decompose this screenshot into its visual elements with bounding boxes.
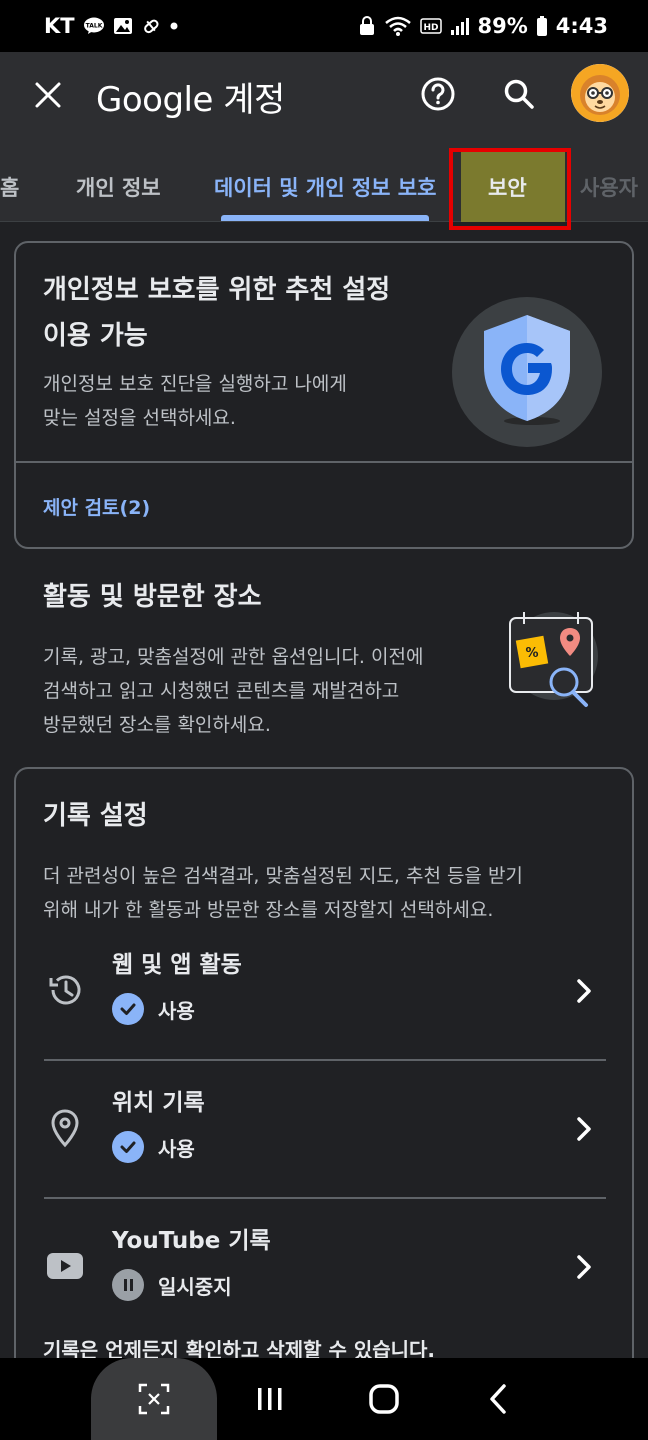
history-icon [44, 969, 86, 1011]
search-icon [504, 79, 534, 109]
card-desc-line2: 맞는 설정을 선택하세요. [43, 407, 236, 429]
help-button[interactable] [416, 72, 460, 116]
system-nav-bar [0, 1358, 648, 1440]
tab-data-privacy[interactable]: 데이터 및 개인 정보 보호 [214, 172, 436, 202]
tab-people[interactable]: 사용자 [580, 172, 638, 202]
active-tab-indicator [221, 215, 429, 221]
screenshot-capture-button[interactable] [91, 1358, 217, 1440]
home-icon [369, 1384, 399, 1414]
home-button[interactable] [367, 1382, 401, 1416]
row-title: 위치 기록 [112, 1090, 205, 1116]
row-title: YouTube 기록 [112, 1228, 271, 1254]
close-icon [35, 82, 61, 108]
row-status-text: 사용 [158, 1136, 195, 1161]
screen: KT TALK HD 89% 4:43 Google 계정 홈 개인 정보 데이… [0, 0, 648, 1440]
dot-icon [169, 21, 179, 31]
history-card-title: 기록 설정 [43, 801, 148, 831]
lion-avatar-icon [571, 64, 629, 122]
privacy-checkup-card: 개인정보 보호를 위한 추천 설정 이용 가능 개인정보 보호 진단을 실행하고… [14, 241, 634, 549]
capture-icon [138, 1383, 170, 1415]
signal-icon [450, 16, 470, 36]
youtube-icon [44, 1245, 86, 1287]
wifi-icon [384, 15, 412, 37]
pill-icon [141, 16, 161, 36]
close-button[interactable] [27, 74, 69, 116]
chevron-right-icon [572, 973, 596, 1009]
history-desc-line1: 더 관련성이 높은 검색결과, 맞춤설정된 지도, 추천 등을 받기 [43, 865, 523, 887]
activity-section-desc: 기록, 광고, 맞춤설정에 관한 옵션입니다. 이전에 검색하고 읽고 시청했던… [43, 640, 483, 742]
row-status-text: 사용 [158, 998, 195, 1023]
location-history-row[interactable]: 위치 기록 사용 [44, 1065, 606, 1197]
row-status: 일시중지 [112, 1269, 232, 1301]
annotation-box [449, 148, 571, 230]
tab-personal-info[interactable]: 개인 정보 [76, 172, 161, 202]
activity-illustration-icon: % [498, 606, 602, 710]
battery-percent: 89% [477, 14, 528, 38]
activity-desc-line1: 기록, 광고, 맞춤설정에 관한 옵션입니다. 이전에 [43, 646, 424, 668]
google-shield-icon [452, 297, 602, 447]
row-status-text: 일시중지 [158, 1274, 232, 1299]
history-settings-card: 기록 설정 더 관련성이 높은 검색결과, 맞춤설정된 지도, 추천 등을 받기… [14, 767, 634, 1387]
activity-desc-line2: 검색하고 읽고 시청했던 콘텐츠를 재발견하고 [43, 680, 400, 702]
svg-text:%: % [525, 646, 538, 661]
row-divider [44, 1197, 606, 1199]
card-title-line2: 이용 가능 [43, 321, 148, 351]
search-button[interactable] [497, 72, 541, 116]
check-icon [112, 1131, 144, 1163]
svg-text:HD: HD [423, 23, 438, 33]
history-desc-line2: 위해 내가 한 활동과 방문한 장소를 저장할지 선택하세요. [43, 899, 494, 921]
card-divider [16, 461, 632, 463]
review-suggestions-link[interactable]: 제안 검토(2) [43, 493, 150, 520]
hd-icon: HD [419, 17, 442, 35]
chevron-right-icon [572, 1249, 596, 1285]
svg-text:TALK: TALK [85, 23, 102, 30]
tab-home[interactable]: 홈 [0, 172, 19, 202]
avatar[interactable] [571, 64, 629, 122]
back-button[interactable] [481, 1382, 515, 1416]
kakaotalk-icon: TALK [83, 17, 105, 35]
activity-desc-line3: 방문했던 장소를 확인하세요. [43, 714, 271, 736]
row-status: 사용 [112, 993, 195, 1025]
row-title: 웹 및 앱 활동 [112, 952, 242, 978]
app-title: Google 계정 [96, 80, 285, 120]
card-desc-line1: 개인정보 보호 진단을 실행하고 나에게 [43, 373, 347, 395]
lock-notification-icon [358, 16, 376, 36]
clock: 4:43 [555, 14, 608, 38]
location-pin-icon [44, 1107, 86, 1149]
row-status: 사용 [112, 1131, 195, 1163]
chevron-right-icon [572, 1111, 596, 1147]
activity-section-title: 활동 및 방문한 장소 [43, 582, 262, 612]
app-bar: Google 계정 [0, 52, 648, 148]
check-icon [112, 993, 144, 1025]
carrier-label: KT [44, 14, 75, 38]
pause-icon [112, 1269, 144, 1301]
help-icon [421, 77, 455, 111]
recent-apps-button[interactable] [253, 1382, 287, 1416]
status-bar: KT TALK HD 89% 4:43 [0, 0, 648, 52]
recent-apps-icon [258, 1388, 282, 1410]
card-title-line1: 개인정보 보호를 위한 추천 설정 [43, 275, 391, 305]
battery-icon [536, 15, 548, 37]
back-icon [490, 1384, 506, 1414]
row-divider [44, 1059, 606, 1061]
youtube-history-row[interactable]: YouTube 기록 일시중지 [44, 1203, 606, 1335]
gallery-icon [113, 17, 133, 35]
web-app-activity-row[interactable]: 웹 및 앱 활동 사용 [44, 927, 606, 1059]
